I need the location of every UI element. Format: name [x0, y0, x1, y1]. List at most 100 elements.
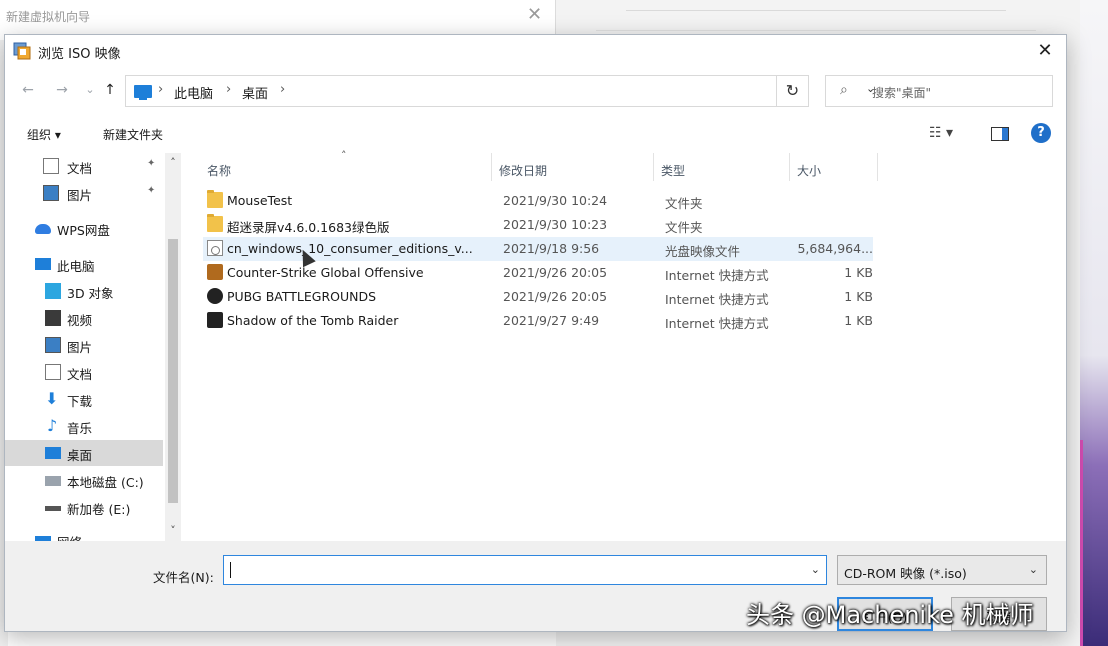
preview-pane-icon[interactable]	[991, 127, 1009, 141]
file-name: 超迷录屏v4.6.0.1683绿色版	[227, 220, 390, 235]
file-date: 2021/9/26 20:05	[503, 289, 608, 304]
sidebar-item-this-pc[interactable]: 此电脑	[5, 251, 163, 277]
sidebar-item-videos[interactable]: 视频	[5, 305, 163, 331]
organize-button[interactable]: 组织 ▾	[27, 126, 61, 143]
sidebar-item-music[interactable]: ♪ 音乐	[5, 413, 163, 439]
file-name: MouseTest	[227, 193, 293, 208]
cloud-icon	[35, 224, 51, 234]
sidebar-item-label: 新加卷 (E:)	[67, 502, 131, 517]
scroll-up-icon[interactable]: ˄	[165, 155, 181, 171]
column-divider[interactable]	[877, 153, 878, 181]
folder-icon	[207, 214, 223, 232]
column-divider[interactable]	[789, 153, 790, 181]
pin-icon[interactable]: ✦	[147, 158, 155, 169]
filename-dropdown-icon[interactable]: ⌄	[811, 563, 820, 576]
pictures-icon	[45, 337, 61, 353]
background-close-icon[interactable]: ✕	[527, 4, 542, 25]
file-date: 2021/9/30 10:23	[503, 217, 608, 232]
music-icon: ♪	[47, 416, 58, 435]
command-toolbar: 组织 ▾ 新建文件夹 ☷ ▾ ?	[5, 119, 1066, 149]
sidebar-item-pictures-pinned[interactable]: 图片 ✦	[5, 180, 163, 206]
file-type: 文件夹	[665, 196, 703, 211]
sidebar-item-label: 下载	[67, 394, 93, 409]
file-row[interactable]: MouseTest 2021/9/30 10:24 文件夹	[203, 189, 873, 213]
file-list: ˄ 名称 修改日期 类型 大小 MouseTest 2021/9/30 10:2…	[185, 149, 1065, 541]
breadcrumb-desktop[interactable]: 桌面	[242, 83, 268, 102]
title-bar[interactable]: 浏览 ISO 映像 ✕	[5, 35, 1066, 67]
file-row[interactable]: Shadow of the Tomb Raider 2021/9/27 9:49…	[203, 309, 873, 333]
sidebar-item-label: 音乐	[67, 421, 93, 436]
sidebar-item-wps-cloud[interactable]: WPS网盘	[5, 215, 163, 241]
column-header-type[interactable]: 类型	[661, 153, 685, 181]
drive-icon	[45, 476, 61, 486]
column-divider[interactable]	[653, 153, 654, 181]
help-icon[interactable]: ?	[1031, 123, 1051, 143]
sidebar-item-pictures[interactable]: 图片	[5, 332, 163, 358]
file-type: 文件夹	[665, 220, 703, 235]
download-icon: ⬇	[45, 389, 59, 408]
address-bar[interactable]: › 此电脑 › 桌面 › ⌄	[125, 75, 875, 107]
filename-input[interactable]: ⌄	[223, 555, 827, 585]
file-row[interactable]: PUBG BATTLEGROUNDS 2021/9/26 20:05 Inter…	[203, 285, 873, 309]
sidebar-item-network[interactable]: 网络	[5, 527, 163, 541]
iso-file-icon	[207, 240, 223, 256]
tombraider-icon	[207, 312, 223, 328]
scroll-thumb[interactable]	[168, 239, 178, 503]
breadcrumb-this-pc[interactable]: 此电脑	[174, 83, 213, 102]
search-input[interactable]: ⌕ 搜索"桌面"	[825, 75, 1053, 107]
sidebar-item-3d-objects[interactable]: 3D 对象	[5, 278, 163, 304]
sidebar-scrollbar[interactable]: ˄ ˅	[165, 153, 181, 541]
sidebar-item-label: 桌面	[67, 448, 93, 463]
video-icon	[45, 310, 61, 326]
forward-arrow-icon[interactable]: →	[53, 81, 71, 99]
sidebar-item-drive-e[interactable]: 新加卷 (E:)	[5, 494, 163, 520]
view-options-icon[interactable]: ☷ ▾	[929, 125, 953, 141]
new-folder-button[interactable]: 新建文件夹	[103, 126, 163, 143]
refresh-button[interactable]: ↻	[777, 75, 809, 107]
file-name: cn_windows_10_consumer_editions_v...	[227, 241, 473, 256]
desktop-icon	[45, 447, 61, 459]
column-header-date[interactable]: 修改日期	[499, 153, 547, 181]
sidebar-item-label: 本地磁盘 (C:)	[67, 475, 144, 490]
close-icon[interactable]: ✕	[1030, 37, 1060, 65]
search-placeholder: 搜索"桌面"	[872, 86, 932, 100]
scroll-down-icon[interactable]: ˅	[165, 523, 181, 539]
computer-icon	[35, 258, 51, 270]
search-icon: ⌕	[840, 82, 848, 98]
file-size: 1 KB	[844, 313, 873, 328]
back-arrow-icon[interactable]: ←	[19, 81, 37, 99]
watermark: 头条 @Machenike 机械师	[746, 601, 1034, 629]
file-type: 光盘映像文件	[665, 244, 741, 259]
sidebar-item-documents[interactable]: 文档	[5, 359, 163, 385]
column-header-size[interactable]: 大小	[797, 153, 821, 181]
file-size: 1 KB	[844, 265, 873, 280]
sort-ascending-icon: ˄	[341, 149, 347, 162]
file-name: PUBG BATTLEGROUNDS	[227, 289, 377, 304]
text-caret	[230, 562, 231, 578]
pictures-icon	[43, 185, 59, 201]
recent-locations-icon[interactable]: ⌄	[81, 81, 99, 99]
filetype-dropdown-icon[interactable]: ⌄	[1029, 563, 1038, 576]
file-date: 2021/9/30 10:24	[503, 193, 608, 208]
filetype-select[interactable]: CD-ROM 映像 (*.iso) ⌄	[837, 555, 1047, 585]
sidebar-item-label: 图片	[67, 188, 93, 203]
sidebar-item-downloads[interactable]: ⬇ 下载	[5, 386, 163, 412]
column-divider[interactable]	[491, 153, 492, 181]
file-name: Counter-Strike Global Offensive	[227, 265, 424, 280]
navigation-bar: ← → ⌄ ↑ › 此电脑 › 桌面 › ⌄ ↻ ⌕ 搜索"桌面"	[5, 73, 1066, 109]
folder-icon	[207, 190, 223, 208]
pin-icon[interactable]: ✦	[147, 185, 155, 196]
dialog-title: 浏览 ISO 映像	[38, 47, 121, 62]
file-row[interactable]: 超迷录屏v4.6.0.1683绿色版 2021/9/30 10:23 文件夹	[203, 213, 873, 237]
vmware-app-icon	[13, 42, 31, 60]
this-pc-icon	[134, 85, 152, 100]
column-header-name[interactable]: 名称	[207, 153, 231, 181]
sidebar-item-drive-c[interactable]: 本地磁盘 (C:)	[5, 467, 163, 493]
document-icon	[45, 364, 61, 380]
sidebar-item-label: WPS网盘	[57, 223, 110, 238]
sidebar-item-documents-pinned[interactable]: 文档 ✦	[5, 153, 163, 179]
breadcrumb-separator: ›	[158, 82, 164, 97]
up-arrow-icon[interactable]: ↑	[101, 81, 119, 99]
3d-objects-icon	[45, 283, 61, 299]
sidebar-item-desktop[interactable]: 桌面	[5, 440, 163, 466]
